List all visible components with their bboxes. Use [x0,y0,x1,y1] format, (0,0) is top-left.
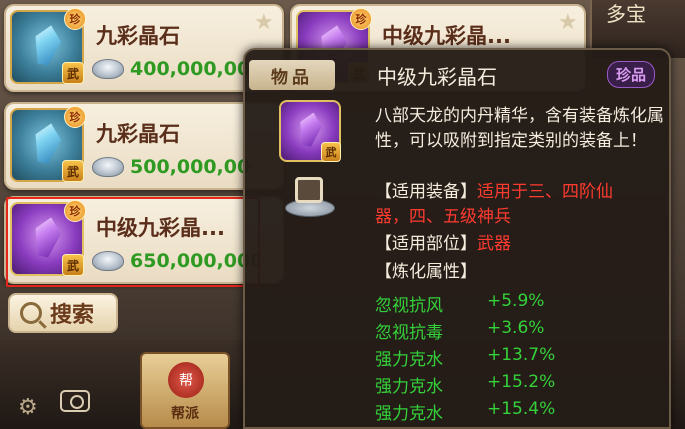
equip-action-icon[interactable] [285,175,335,217]
star-icon[interactable]: ★ [558,12,580,34]
guild-label: 帮派 [171,406,199,422]
refine-line: 【炼化属性】 [375,260,477,285]
slot-line: 【适用部位】武器 [375,232,511,257]
weapon-badge: 武 [62,62,84,84]
stat-value: +3.6% [487,318,545,338]
equip-line: 【适用装备】适用于三、四阶仙 [375,180,613,205]
tooltip-header: 物品 中级九彩晶石 珍品 [249,58,665,92]
item-name: 中级九彩晶... [382,24,511,48]
stat-name: 忽视抗风 [375,296,443,316]
tooltip-item-icon: 武 [279,100,341,162]
star-icon[interactable]: ★ [254,12,276,34]
rare-badge: 珍 [350,8,372,30]
search-button[interactable]: 搜索 [8,293,118,333]
blue-crystal-icon [30,121,64,166]
shop-item-card[interactable]: 珍 武 九彩晶石 ★ 400,000,000 [4,4,284,92]
item-slot: 珍 武 [10,8,86,84]
camera-icon[interactable] [60,390,90,412]
item-name: 九彩晶石 [96,122,180,146]
shop-item-card[interactable]: 珍 武 九彩晶石 500,000,000 [4,102,284,190]
purple-crystal-icon [296,110,325,148]
silver-ingot-icon [92,157,124,177]
gear-icon[interactable]: ⚙ [18,395,38,420]
item-tooltip: 物品 中级九彩晶石 珍品 武 八部天龙的内丹精华，含有装备炼化属性，可以吸附到指… [243,48,671,429]
tooltip-type-tag: 物品 [249,60,335,90]
blue-crystal-icon [30,23,64,68]
side-tab-label: 多宝 [606,2,646,26]
price-value: 400,000,000 [130,58,258,80]
stat-value: +5.9% [487,291,545,311]
slot-value: 武器 [477,234,511,254]
silver-ingot-icon [92,59,124,79]
stat-name: 强力克水 [375,404,443,424]
stat-name: 忽视抗毒 [375,323,443,343]
tooltip-title: 中级九彩晶石 [377,64,497,89]
stat-value: +15.4% [487,399,556,419]
tooltip-description: 八部天龙的内丹精华，含有装备炼化属性，可以吸附到指定类别的装备上！ [375,106,664,151]
game-shop-screen: ⚙ 帮 帮派 珍 武 九彩晶石 ★ 400,000,000 珍 武 九彩晶石 5… [0,0,685,429]
weapon-badge: 武 [62,160,84,182]
rare-badge: 珍 [64,106,86,128]
guild-emblem-icon: 帮 [168,362,204,398]
item-name: 九彩晶石 [96,24,180,48]
weapon-badge: 武 [321,142,341,162]
equip-line-2: 器，四、五级神兵 [375,205,511,230]
selection-highlight [6,197,260,287]
slot-key: 【适用部位】 [375,234,477,254]
stat-value: +13.7% [487,345,556,365]
equip-value: 适用于三、四阶仙 [477,182,613,202]
refine-key: 【炼化属性】 [375,262,477,282]
share-arrow-icon [295,177,323,203]
rarity-badge: 珍品 [606,61,655,88]
search-icon [20,302,42,324]
stat-name: 强力克水 [375,350,443,370]
item-slot: 珍 武 [10,106,86,182]
stat-value: +15.2% [487,372,556,392]
price-value: 500,000,000 [130,156,252,178]
item-price: 500,000,000 [92,156,252,178]
equip-key: 【适用装备】 [375,182,477,202]
search-label: 搜索 [50,303,95,328]
guild-button[interactable]: 帮 帮派 [140,352,230,429]
rare-badge: 珍 [64,8,86,30]
equip-value-2: 器，四、五级神兵 [375,207,511,227]
item-price: 400,000,000 [92,58,258,80]
stat-name: 强力克水 [375,377,443,397]
